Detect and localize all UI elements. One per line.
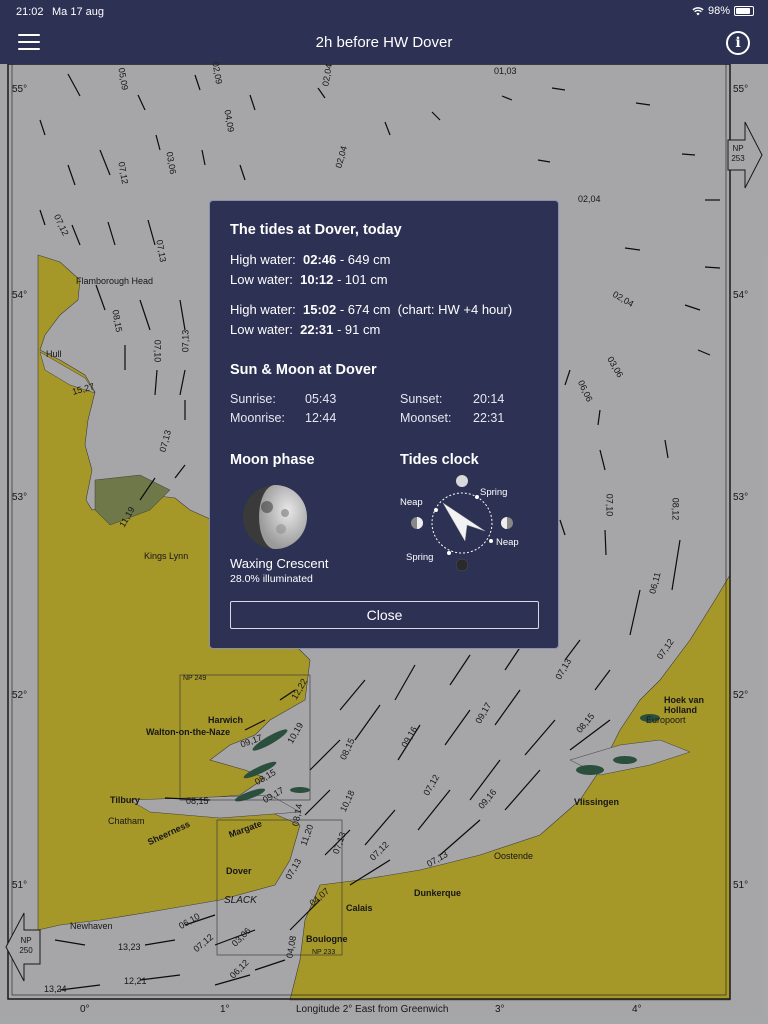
moonset-value: 22:31 bbox=[473, 411, 505, 425]
page-title: 2h before HW Dover bbox=[315, 34, 453, 51]
status-right: 98% bbox=[692, 5, 754, 17]
sunrise-label: Sunrise: bbox=[230, 392, 276, 406]
moon-phase-title: Moon phase bbox=[230, 452, 315, 468]
clock-spring-top: Spring bbox=[480, 487, 508, 498]
tide-row: Low water: 10:12 - 101 cm bbox=[230, 272, 388, 287]
battery-icon bbox=[734, 6, 754, 16]
dialog-title: The tides at Dover, today bbox=[230, 222, 402, 238]
clock-neap-top: Neap bbox=[400, 497, 423, 508]
wifi-icon bbox=[692, 6, 704, 15]
moonset-label: Moonset: bbox=[400, 411, 452, 425]
tide-row: Low water: 22:31 - 91 cm bbox=[230, 322, 381, 337]
moonrise-label: Moonrise: bbox=[230, 411, 285, 425]
clock-spring-bottom: Spring bbox=[406, 552, 434, 563]
tide-row: High water: 02:46 - 649 cm bbox=[230, 252, 391, 267]
tides-info-dialog: The tides at Dover, today High water: 02… bbox=[209, 200, 559, 649]
moonrise-value: 12:44 bbox=[305, 411, 337, 425]
sun-moon-title: Sun & Moon at Dover bbox=[230, 362, 377, 378]
sunset-value: 20:14 bbox=[473, 392, 505, 406]
moon-phase-icon bbox=[243, 485, 307, 549]
moon-phase-name: Waxing Crescent bbox=[230, 556, 329, 571]
status-date: Ma 17 aug bbox=[52, 6, 104, 18]
clock-neap-bottom: Neap bbox=[496, 537, 519, 548]
nav-bar: 2h before HW Dover i bbox=[0, 24, 768, 64]
sunrise-value: 05:43 bbox=[305, 392, 337, 406]
moon-illumination: 28.0% illuminated bbox=[230, 573, 313, 585]
status-bar: 21:02 Ma 17 aug 98% bbox=[0, 0, 768, 24]
tides-clock-title: Tides clock bbox=[400, 452, 479, 468]
sunset-label: Sunset: bbox=[400, 392, 443, 406]
close-button[interactable]: Close bbox=[230, 601, 539, 629]
info-icon[interactable]: i bbox=[726, 31, 750, 55]
tide-row: High water: 15:02 - 674 cm (chart: HW +4… bbox=[230, 302, 513, 317]
status-time: 21:02 bbox=[16, 6, 44, 18]
battery-percent: 98% bbox=[707, 5, 730, 17]
